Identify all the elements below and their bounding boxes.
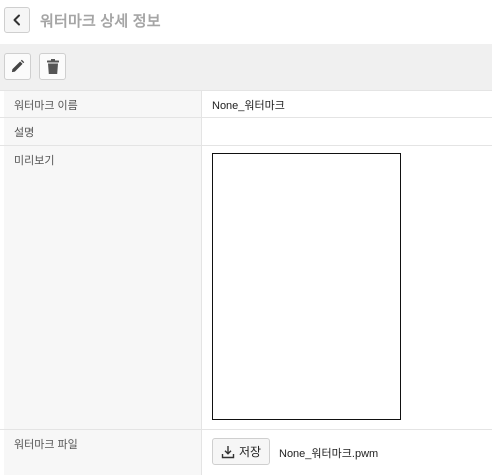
page-header: 워터마크 상세 정보 — [0, 0, 492, 42]
detail-row-name: 워터마크 이름 None_워터마크 — [0, 90, 492, 118]
detail-row-file: 워터마크 파일 저장 None_워터마크.pwm — [0, 430, 492, 475]
save-button-label: 저장 — [238, 445, 262, 459]
label-description: 설명 — [14, 127, 35, 139]
label-preview: 미리보기 — [14, 155, 55, 167]
pencil-icon — [10, 59, 25, 74]
watermark-name-value: None_워터마크 — [212, 100, 285, 112]
chevron-left-icon — [11, 14, 23, 26]
page-title: 워터마크 상세 정보 — [40, 13, 161, 30]
watermark-detail-page: 워터마크 상세 정보 워터마크 이름 None_워터마크 설명 미리보기 워터마… — [0, 0, 492, 475]
label-watermark-file: 워터마크 파일 — [14, 439, 78, 451]
delete-button[interactable] — [39, 53, 66, 80]
save-button[interactable]: 저장 — [212, 438, 270, 465]
detail-table: 워터마크 이름 None_워터마크 설명 미리보기 워터마크 파일 저장 Non… — [0, 90, 492, 475]
toolbar — [0, 44, 492, 90]
back-button[interactable] — [4, 7, 30, 33]
trash-icon — [46, 58, 60, 75]
detail-row-preview: 미리보기 — [0, 146, 492, 430]
edit-button[interactable] — [4, 53, 31, 80]
watermark-preview — [212, 153, 401, 420]
download-icon — [221, 445, 235, 459]
label-watermark-name: 워터마크 이름 — [14, 100, 78, 112]
watermark-file-name: None_워터마크.pwm — [279, 448, 379, 460]
detail-row-description: 설명 — [0, 118, 492, 146]
